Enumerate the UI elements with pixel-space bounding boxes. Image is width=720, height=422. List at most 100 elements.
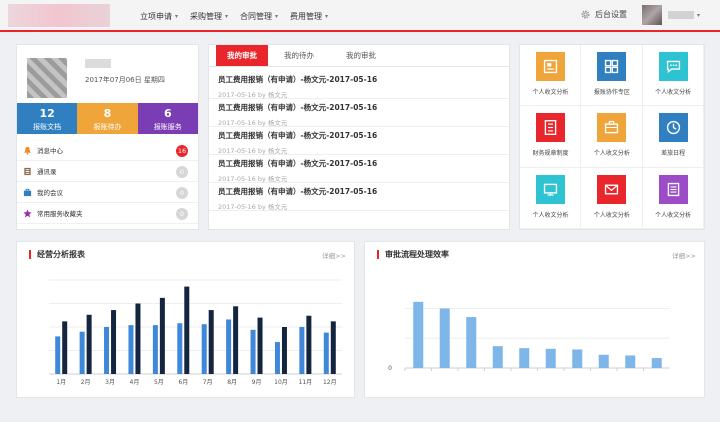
bell-icon (24, 146, 31, 155)
bar (330, 321, 336, 374)
app-tile[interactable]: 个人收文分析 (642, 45, 704, 107)
approval-meta: 2017-05-16 by 杨文元 (218, 175, 288, 183)
list-item-favorites[interactable]: 常用服务收藏夹 0 (17, 203, 198, 224)
count-badge: 0 (176, 187, 188, 199)
bar (86, 314, 92, 374)
approval-meta: 2017-05-16 by 杨文元 (218, 203, 288, 211)
y-tick-label: 0 (388, 365, 392, 372)
monitor-icon (543, 183, 558, 196)
star-icon (23, 208, 32, 217)
app-label: 个人收文分析 (655, 211, 692, 219)
tab-my-todo[interactable]: 我的待办 (268, 45, 330, 66)
bar (519, 348, 530, 368)
stat-todo[interactable]: 8 报账待办 (77, 103, 138, 134)
list-item[interactable]: 员工费用报销（有申请）-杨文元-2017-05-16 2017-05-16 by … (209, 127, 509, 155)
chevron-down-icon: ▾ (225, 12, 229, 20)
avatar (642, 5, 662, 25)
x-tick-label: 12月 (323, 379, 337, 386)
count-badge: 16 (176, 145, 188, 157)
approval-efficiency-chart-panel: 审批流程处理效率 详细>> 0 (364, 241, 705, 398)
x-tick-label: 1月 (56, 379, 66, 386)
app-tile[interactable]: 报账协作专区 (581, 45, 643, 107)
x-tick-label: 6月 (178, 379, 188, 386)
menu-expenses[interactable]: 费用管理 ▾ (290, 11, 328, 22)
chevron-down-icon: ▾ (697, 11, 701, 19)
logo[interactable] (8, 4, 110, 27)
bar (439, 308, 450, 368)
stat-documents[interactable]: 12 报账文档 (17, 103, 78, 134)
list-item-label: 常用服务收藏夹 (37, 210, 83, 218)
menu-procurement[interactable]: 采购管理 ▾ (190, 11, 228, 22)
profile-date: 2017年07月06日 星期四 (85, 76, 165, 84)
bar (598, 354, 609, 368)
app-tile[interactable]: 个人收文分析 (642, 167, 704, 229)
x-tick-label: 4月 (130, 379, 140, 386)
user-menu[interactable]: ▾ (642, 5, 700, 25)
approval-meta: 2017-05-16 by 杨文元 (218, 119, 288, 127)
app-icon-box (536, 113, 565, 143)
chevron-down-icon: ▾ (325, 12, 329, 20)
bar (281, 327, 287, 374)
approval-list: 员工费用报销（有申请）-杨文元-2017-05-16 2017-05-16 by … (209, 71, 509, 211)
bar (274, 342, 280, 374)
menu-project-application[interactable]: 立项申请 ▾ (140, 11, 178, 22)
approval-meta: 2017-05-16 by 杨文元 (218, 147, 288, 155)
list-item-meetings[interactable]: 我的会议 0 (17, 182, 198, 203)
business-bar-chart: 1月 2月 3月 4月 5月 6月 7月 8月 9月 10月 11月 12月 (49, 279, 342, 386)
stat-value: 8 (103, 107, 112, 120)
tab-my-approvals[interactable]: 我的审批 (216, 45, 268, 66)
app-label: 个人收文分析 (593, 211, 630, 219)
app-icon-box (536, 174, 565, 204)
settings-link[interactable]: 后台设置 (580, 9, 627, 20)
x-tick-label: 8月 (227, 379, 237, 386)
app-shortcuts-panel: 个人收文分析 报账协作专区 个人收文分析 财务规章制度 个人收文分析 差旅日程 … (519, 44, 705, 230)
list-item[interactable]: 员工费用报销（有申请）-杨文元-2017-05-16 2017-05-16 by … (209, 71, 509, 99)
clock-icon (666, 121, 680, 135)
list-item[interactable]: 员工费用报销（有申请）-杨文元-2017-05-16 2017-05-16 by … (209, 155, 509, 183)
menu-contracts[interactable]: 合同管理 ▾ (240, 11, 278, 22)
count-badge: 0 (176, 166, 188, 178)
bar (306, 315, 312, 374)
app-icon-box (597, 113, 627, 143)
tab-my-approvals-2[interactable]: 我的审批 (330, 45, 392, 66)
bar (299, 327, 305, 374)
bar (625, 355, 636, 368)
bar (323, 332, 329, 374)
approval-tabs: 我的审批 我的待办 我的审批 (209, 45, 509, 67)
list-item[interactable]: 员工费用报销（有申请）-杨文元-2017-05-16 2017-05-16 by … (209, 99, 509, 127)
list-item-label: 我的会议 (37, 189, 63, 197)
app-tile[interactable]: 个人收文分析 (520, 45, 582, 107)
app-tile[interactable]: 个人收文分析 (520, 167, 582, 229)
app-label: 报账协作专区 (593, 89, 630, 96)
stat-value: 6 (163, 107, 172, 120)
avatar (27, 58, 67, 98)
app-icon-box (658, 113, 688, 143)
bar (184, 286, 190, 374)
briefcase-icon (23, 188, 32, 196)
stat-services[interactable]: 6 报账服务 (137, 103, 198, 134)
bar (413, 301, 424, 368)
bar (79, 331, 85, 374)
app-tile[interactable]: 差旅日程 (642, 106, 704, 168)
app-tile[interactable]: 个人收文分析 (581, 167, 643, 229)
document-icon (544, 120, 557, 136)
mail-icon (605, 184, 619, 195)
settings-label: 后台设置 (595, 10, 627, 19)
user-name-redacted (668, 11, 694, 19)
list-item-messages[interactable]: 消息中心 16 (17, 140, 198, 161)
bar (135, 303, 141, 374)
app-icon-box (597, 52, 627, 81)
list-item[interactable]: 员工费用报销（有申请）-杨文元-2017-05-16 2017-05-16 by … (209, 183, 509, 211)
bar (226, 319, 232, 374)
app-tile[interactable]: 财务规章制度 (520, 106, 582, 168)
app-icon-box (658, 174, 688, 204)
chevron-down-icon: ▾ (275, 12, 279, 20)
approval-title: 员工费用报销（有申请）-杨文元-2017-05-16 (218, 187, 378, 196)
x-tick-label: 5月 (154, 379, 164, 386)
app-label: 个人收文分析 (532, 89, 569, 96)
x-tick-label: 11月 (299, 379, 313, 386)
chevron-down-icon: ▾ (175, 12, 179, 20)
bar (201, 324, 207, 374)
list-item-contacts[interactable]: 通讯录 0 (17, 161, 198, 182)
app-tile[interactable]: 个人收文分析 (581, 106, 643, 168)
